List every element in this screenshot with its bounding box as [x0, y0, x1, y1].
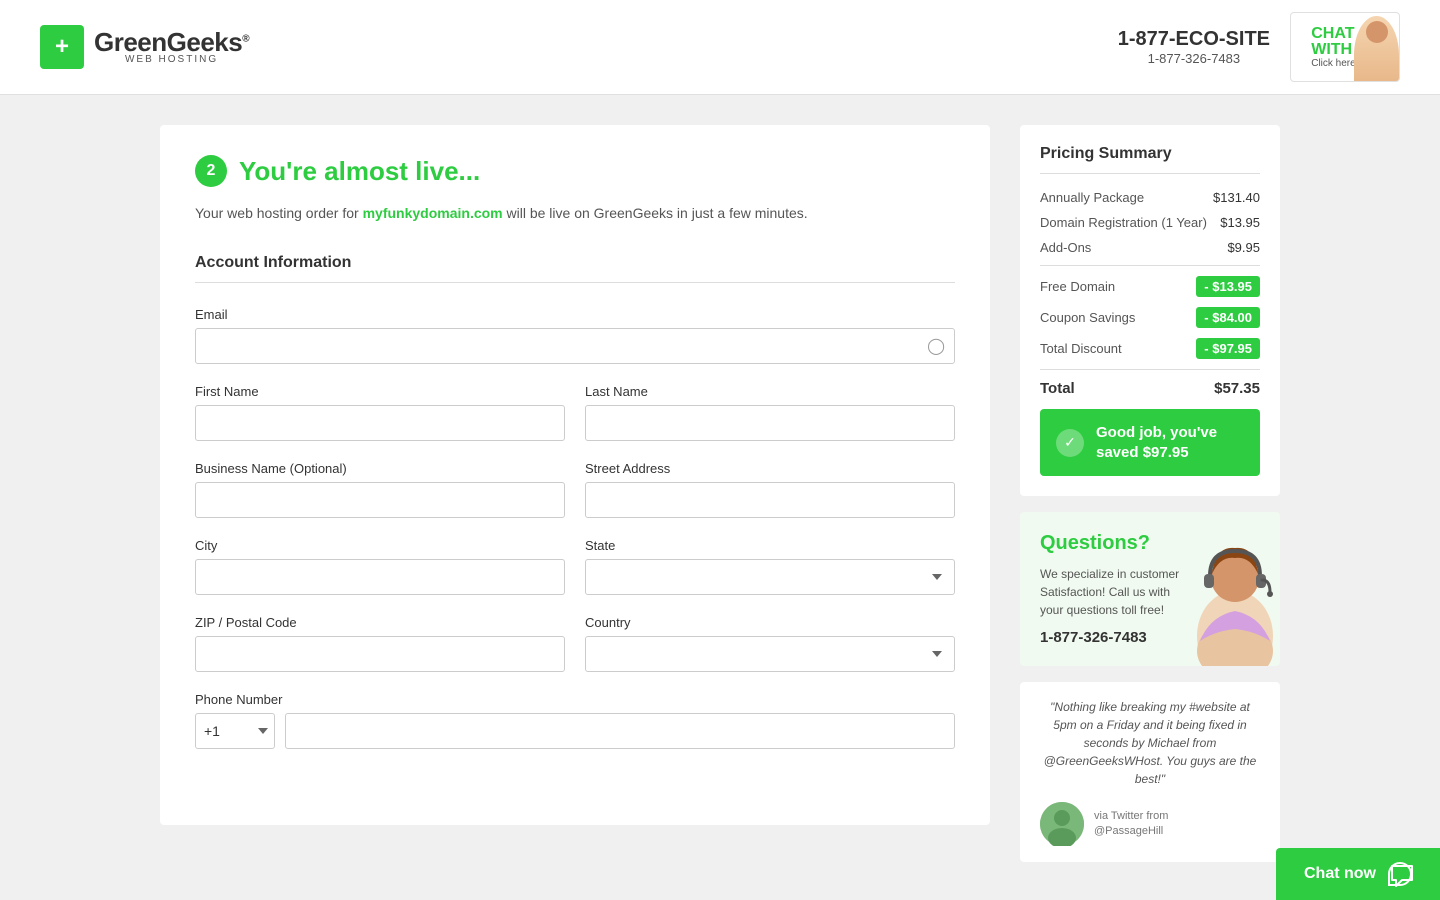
- testimonial-avatar: [1040, 802, 1084, 846]
- step-circle: 2: [195, 155, 227, 187]
- zip-country-row: ZIP / Postal Code Country United States …: [195, 615, 955, 672]
- country-select[interactable]: United States Canada United Kingdom: [585, 636, 955, 672]
- firstname-label: First Name: [195, 384, 565, 399]
- country-group: Country United States Canada United King…: [585, 615, 955, 672]
- header: + GreenGeeks® WEB HOSTING 1-877-ECO-SITE…: [0, 0, 1440, 95]
- phone-label: Phone Number: [195, 692, 955, 707]
- chat-now-label: Chat now: [1304, 865, 1376, 883]
- email-label: Email: [195, 307, 955, 322]
- business-group: Business Name (Optional): [195, 461, 565, 518]
- chat-now-button[interactable]: Chat now: [1276, 848, 1440, 900]
- pricing-label-addons: Add-Ons: [1040, 240, 1091, 255]
- pricing-badge-freedomain: - $13.95: [1196, 276, 1260, 297]
- pricing-badge-discount: - $97.95: [1196, 338, 1260, 359]
- testimonial-source: via Twitter from @PassageHill: [1094, 809, 1168, 840]
- chat-person-image: [1354, 16, 1399, 81]
- zip-group: ZIP / Postal Code: [195, 615, 565, 672]
- pricing-value-total: $57.35: [1214, 380, 1260, 397]
- state-group: State Alabama Alaska California Florida …: [585, 538, 955, 595]
- testimonial-block: "Nothing like breaking my #website at 5p…: [1020, 682, 1280, 862]
- logo-area: + GreenGeeks® WEB HOSTING: [40, 25, 249, 69]
- pricing-row-freedomain: Free Domain - $13.95: [1040, 265, 1260, 297]
- email-field[interactable]: [195, 328, 955, 364]
- phone-main: 1-877-ECO-SITE: [1118, 28, 1270, 51]
- pricing-row-addons: Add-Ons $9.95: [1040, 240, 1260, 255]
- country-label: Country: [585, 615, 955, 630]
- email-icon: ◯: [927, 336, 945, 356]
- savings-banner: ✓ Good job, you've saved $97.95: [1040, 409, 1260, 476]
- pricing-label-discount: Total Discount: [1040, 341, 1122, 356]
- click-here: Click here: [1311, 58, 1355, 69]
- firstname-field[interactable]: [195, 405, 565, 441]
- lastname-field[interactable]: [585, 405, 955, 441]
- business-label: Business Name (Optional): [195, 461, 565, 476]
- pricing-label-annually: Annually Package: [1040, 190, 1144, 205]
- phone-number-field[interactable]: [285, 713, 955, 749]
- city-state-row: City State Alabama Alaska California Flo…: [195, 538, 955, 595]
- subtitle: Your web hosting order for myfunkydomain…: [195, 203, 955, 224]
- zip-label: ZIP / Postal Code: [195, 615, 565, 630]
- savings-text: Good job, you've saved $97.95: [1096, 423, 1244, 462]
- phone-block: 1-877-ECO-SITE 1-877-326-7483: [1118, 28, 1270, 66]
- form-area: 2 You're almost live... Your web hosting…: [160, 125, 990, 825]
- phone-group: Phone Number +1: [195, 692, 955, 749]
- pricing-row-discount: Total Discount - $97.95: [1040, 338, 1260, 359]
- logo-subtitle: WEB HOSTING: [94, 55, 249, 65]
- chat-banner[interactable]: CHAT WITH US Click here: [1290, 12, 1400, 82]
- logo-name: GreenGeeks®: [94, 29, 249, 55]
- pricing-row-annually: Annually Package $131.40: [1040, 190, 1260, 205]
- phone-alt: 1-877-326-7483: [1118, 51, 1270, 66]
- domain-link[interactable]: myfunkydomain.com: [363, 205, 503, 221]
- logo-icon: +: [40, 25, 84, 69]
- lastname-label: Last Name: [585, 384, 955, 399]
- pricing-value-annually: $131.40: [1213, 190, 1260, 205]
- lastname-group: Last Name: [585, 384, 955, 441]
- pricing-badge-coupon: - $84.00: [1196, 307, 1260, 328]
- business-field[interactable]: [195, 482, 565, 518]
- firstname-group: First Name: [195, 384, 565, 441]
- zip-field[interactable]: [195, 636, 565, 672]
- section-title: Account Information: [195, 254, 955, 283]
- savings-check-icon: ✓: [1056, 429, 1084, 457]
- step-title: 2 You're almost live...: [195, 155, 955, 187]
- sidebar: Pricing Summary Annually Package $131.40…: [1020, 125, 1280, 862]
- chat-with: CHAT: [1311, 26, 1354, 42]
- testimonial-footer: via Twitter from @PassageHill: [1040, 802, 1260, 846]
- pricing-label-domain: Domain Registration (1 Year): [1040, 215, 1207, 230]
- state-select[interactable]: Alabama Alaska California Florida New Yo…: [585, 559, 955, 595]
- name-row: First Name Last Name: [195, 384, 955, 441]
- pricing-summary: Pricing Summary Annually Package $131.40…: [1020, 125, 1280, 496]
- header-right: 1-877-ECO-SITE 1-877-326-7483 CHAT WITH …: [1118, 12, 1400, 82]
- testimonial-quote: "Nothing like breaking my #website at 5p…: [1040, 698, 1260, 788]
- pricing-row-total: Total $57.35: [1040, 369, 1260, 397]
- pricing-value-domain: $13.95: [1220, 215, 1260, 230]
- city-label: City: [195, 538, 565, 553]
- questions-text: We specialize in customer Satisfaction! …: [1040, 565, 1180, 619]
- questions-block: Questions? We specialize in customer Sat…: [1020, 512, 1280, 666]
- pricing-row-domain: Domain Registration (1 Year) $13.95: [1040, 215, 1260, 230]
- business-street-row: Business Name (Optional) Street Address: [195, 461, 955, 518]
- pricing-label-total: Total: [1040, 380, 1075, 397]
- state-label: State: [585, 538, 955, 553]
- street-group: Street Address: [585, 461, 955, 518]
- pricing-row-coupon: Coupon Savings - $84.00: [1040, 307, 1260, 328]
- step-heading: You're almost live...: [239, 156, 480, 187]
- logo-text: GreenGeeks® WEB HOSTING: [94, 29, 249, 65]
- pricing-label-freedomain: Free Domain: [1040, 279, 1115, 294]
- questions-person-image: [1190, 536, 1280, 666]
- email-group: Email ◯: [195, 307, 955, 364]
- main-content: 2 You're almost live... Your web hosting…: [140, 95, 1300, 892]
- street-label: Street Address: [585, 461, 955, 476]
- pricing-title: Pricing Summary: [1040, 145, 1260, 174]
- street-field[interactable]: [585, 482, 955, 518]
- phone-prefix-select[interactable]: +1: [195, 713, 275, 749]
- city-field[interactable]: [195, 559, 565, 595]
- pricing-label-coupon: Coupon Savings: [1040, 310, 1135, 325]
- pricing-value-addons: $9.95: [1227, 240, 1260, 255]
- city-group: City: [195, 538, 565, 595]
- chat-bubble-icon: [1388, 862, 1412, 886]
